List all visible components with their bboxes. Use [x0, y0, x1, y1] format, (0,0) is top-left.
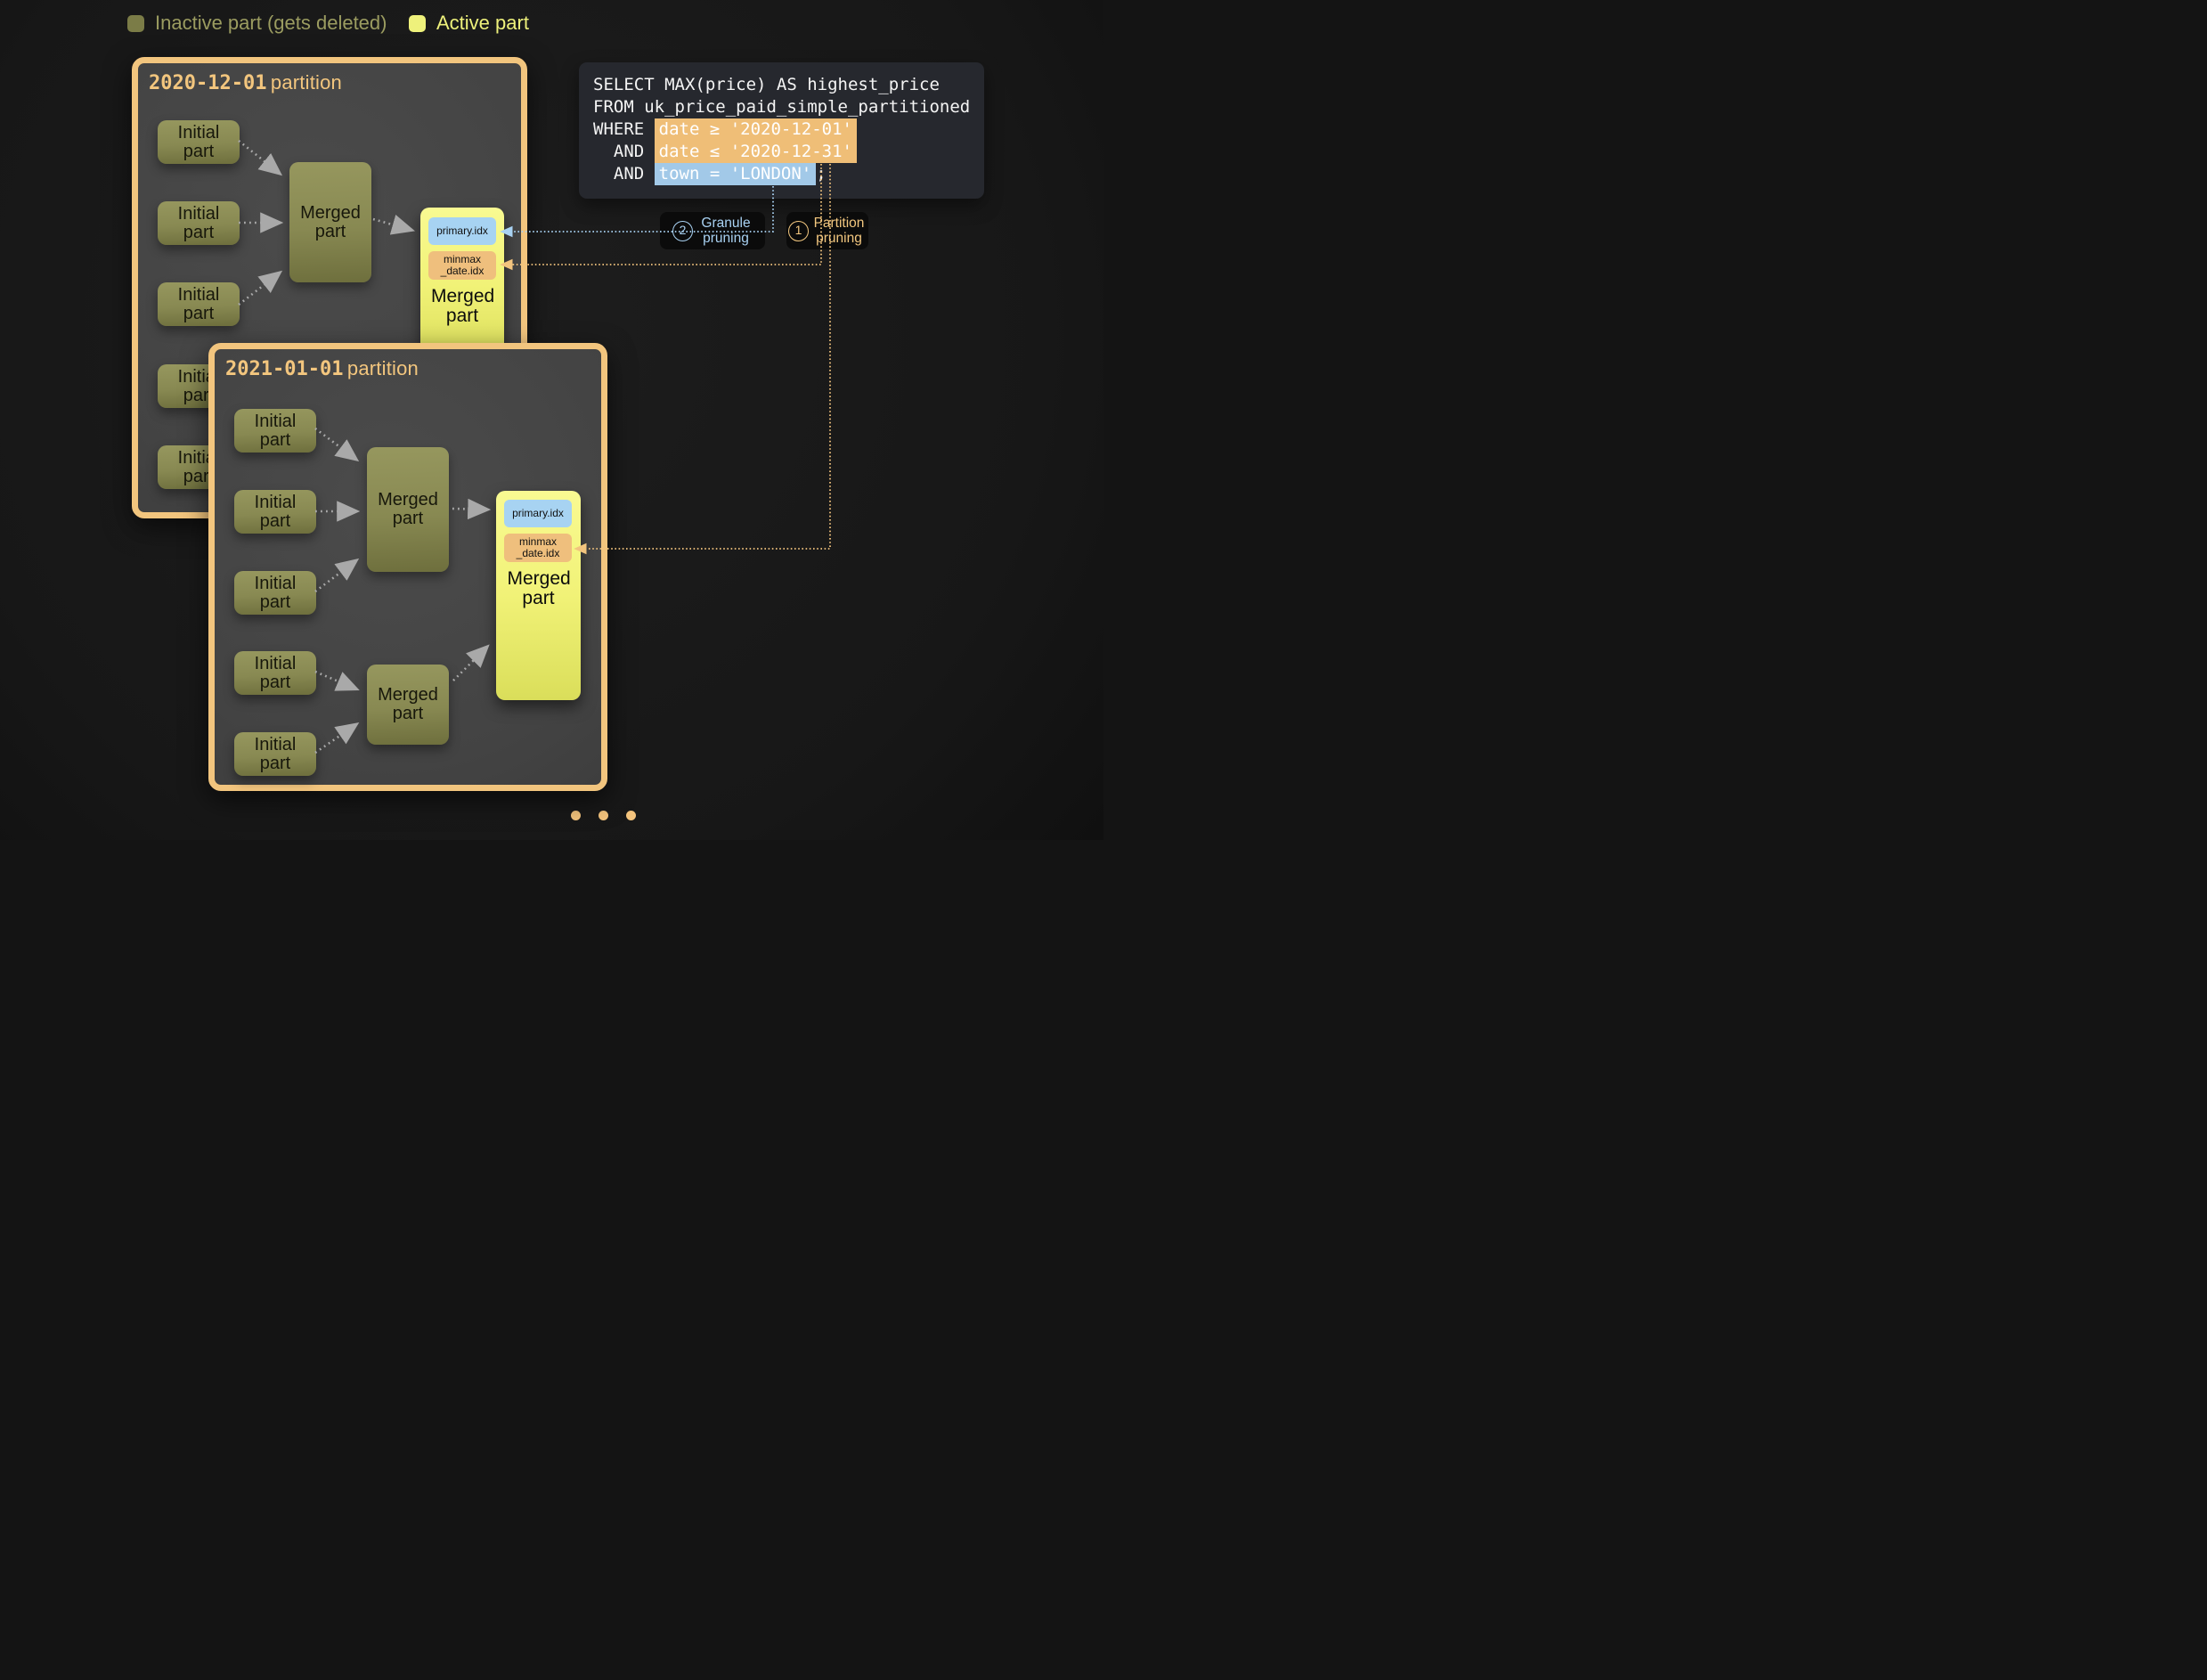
inactive-part-swatch [127, 15, 144, 32]
legend-active: Active part [409, 12, 529, 35]
date-lte-highlight: date ≤ '2020-12-31' [655, 141, 857, 163]
sql-line-select: SELECT MAX(price) AS highest_price [593, 74, 970, 96]
minmax-date-idx-pill: minmax _date.idx [428, 251, 496, 280]
partition-2-date: 2021-01-01 [225, 358, 343, 380]
sql-line-and-date: AND date ≤ '2020-12-31' [593, 141, 970, 163]
sql-line-where: WHERE date ≥ '2020-12-01' [593, 118, 970, 141]
granule-pruning-label: Granule pruning [699, 216, 753, 246]
initial-part: Initial part [234, 490, 316, 534]
sql-query-card: SELECT MAX(price) AS highest_price FROM … [579, 62, 984, 199]
legend-inactive: Inactive part (gets deleted) [127, 12, 387, 35]
diagram-page: Inactive part (gets deleted) Active part… [0, 0, 1104, 840]
initial-part: Initial part [158, 282, 240, 326]
merged-part-inactive: Merged part [289, 162, 371, 282]
minmax-date-idx-pill: minmax _date.idx [504, 534, 572, 562]
initial-part: Initial part [234, 651, 316, 695]
partition-1-date: 2020-12-01 [149, 72, 266, 94]
merged-part-active: primary.idx minmax _date.idx Merged part [496, 491, 581, 700]
partition-2021-01-01: 2021-01-01 partition Initial part Initia… [208, 343, 607, 791]
initial-part: Initial part [234, 732, 316, 776]
active-part-swatch [409, 15, 426, 32]
granule-pruning-badge: 2 Granule pruning [660, 212, 765, 249]
legend-active-label: Active part [436, 12, 529, 35]
carousel-dot-3[interactable] [626, 811, 636, 820]
primary-idx-pill: primary.idx [428, 217, 496, 245]
merged-part-inactive: Merged part [367, 447, 449, 572]
primary-idx-pill: primary.idx [504, 500, 572, 527]
legend-inactive-label: Inactive part (gets deleted) [155, 12, 387, 35]
initial-part: Initial part [158, 201, 240, 245]
sql-line-and-town: AND town = 'LONDON'; [593, 163, 970, 185]
merged-part-inactive: Merged part [367, 665, 449, 745]
partition-1-title: 2020-12-01 partition [149, 71, 342, 94]
partition-number-icon: 1 [788, 221, 809, 241]
partition-1-label: partition [271, 71, 342, 94]
granule-number-icon: 2 [672, 221, 693, 241]
merged-part-active-label: Merged part [496, 569, 581, 608]
sql-line-from: FROM uk_price_paid_simple_partitioned [593, 96, 970, 118]
town-highlight: town = 'LONDON' [655, 163, 817, 185]
partition-pruning-badge: 1 Partition pruning [786, 212, 868, 249]
merged-part-active: primary.idx minmax _date.idx Merged part [420, 208, 504, 363]
initial-part: Initial part [234, 571, 316, 615]
initial-part: Initial part [158, 120, 240, 164]
partition-2-title: 2021-01-01 partition [225, 357, 419, 380]
partition-2-label: partition [347, 357, 419, 379]
initial-part: Initial part [234, 409, 316, 453]
partition-pruning-label: Partition pruning [811, 216, 867, 246]
date-gte-highlight: date ≥ '2020-12-01' [655, 118, 857, 141]
carousel-dot-1[interactable] [571, 811, 581, 820]
carousel-dot-2[interactable] [599, 811, 608, 820]
merged-part-active-label: Merged part [420, 287, 504, 326]
